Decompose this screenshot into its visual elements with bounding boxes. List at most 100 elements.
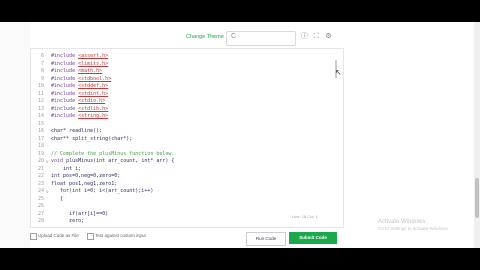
line-number: 24 [37,188,44,194]
code-token: <stdbool.h> [78,75,112,82]
code-token: #include [51,105,79,112]
line-number: 19 [37,150,44,157]
line-number: 10 [37,83,44,89]
info-icon[interactable]: ⓘ [301,33,308,40]
code-line: 14 #include <string.h> [31,113,343,121]
activate-windows-watermark: Activate Windows Go to Settings to activ… [378,219,449,231]
code-token: <string.h> [78,113,109,119]
code-token: int pos=0,neg=0,zero=0; [51,173,121,179]
code-token: #include [51,75,79,82]
code-token: <limits.h> [78,60,109,67]
code-token: <assert.h> [78,53,109,59]
line-number: 23 [37,180,44,187]
change-theme-link[interactable]: Change Theme [186,34,224,40]
code-text: zero; [51,218,84,226]
left-margin [0,22,30,248]
code-token: #include [51,83,79,89]
code-text: for(int i=0; i<(arr_count);i++) [51,188,153,196]
code-line: 17 char** split_string(char*); [31,136,343,144]
code-line: 26 [31,203,343,211]
line-number: 7 [40,60,44,67]
code-line: 13 #include <stdlib.h> [31,106,343,114]
code-line: 7 #include <limits.h> [31,61,343,69]
fold-toggle-icon[interactable]: v [46,158,48,166]
code-text: void plusMinus(int arr_count, int* arr) … [51,158,174,166]
code-token: #include [51,68,79,74]
run-code-button[interactable]: Run Code [246,232,286,246]
code-token: float pos1,neg1,zero1; [51,180,118,187]
code-line: 21 int i; [31,166,343,174]
code-token: zero; [51,218,85,224]
code-text: int i; [51,166,81,174]
code-token: #include [51,90,79,97]
line-number: 20 [37,158,44,164]
code-text: if(arr[i]==0) [51,211,108,219]
video-bottom-bar [0,248,480,270]
code-token: plusMinus(int arr_count, int* arr) { [66,158,175,164]
code-token: <stddef.h> [78,83,109,89]
code-line: 12 #include <stdio.h> [31,98,343,106]
code-token: #include [51,113,79,119]
code-line: 15 [31,121,343,129]
watermark-title: Activate Windows [378,219,426,225]
code-token: char** split_string(char*); [51,135,133,142]
line-number: 12 [37,98,44,104]
line-number: 22 [37,173,44,179]
code-token: #include [51,53,79,59]
cursor-position-status: Line: 18 Col: 1 [292,214,318,219]
video-top-bar [0,0,480,22]
code-line: 6 #include <assert.h> [31,53,343,61]
code-text: #include <stdint.h> [51,91,108,99]
code-line: 25 { [31,196,343,204]
code-line: 16 char* readline(); [31,128,343,136]
code-token: #include [51,98,79,104]
expand-icon[interactable]: ⛶ [313,33,320,40]
code-token: { [51,195,64,202]
submit-code-button[interactable]: Submit Code [289,232,337,244]
code-token: char* readline(); [51,128,103,134]
code-editor[interactable]: 6 #include <assert.h> 7 #include <limits.h>… [30,48,344,228]
code-line: 23 float pos1,neg1,zero1; [31,181,343,189]
code-line: 10 #include <stddef.h> [31,83,343,91]
code-line: 20 v void plusMinus(int arr_count, int* ar… [31,158,343,166]
watermark-subtitle: Go to Settings to activate Windows. [378,226,450,231]
custom-input-checkbox[interactable] [87,233,94,240]
code-text: // Complete the plusMinus function below… [51,151,174,159]
code-line: 11 #include <stdint.h> [31,91,343,99]
line-number: 26 [37,203,44,209]
code-line: 28 zero; [31,218,343,226]
code-line: 9 #include <stdbool.h> [31,76,343,84]
language-select[interactable]: C [226,31,296,46]
line-number: 16 [37,128,44,134]
code-token: if(arr[i]==0) [51,210,109,217]
line-number: 21 [37,165,44,172]
code-token: <math.h> [78,68,103,74]
settings-icon[interactable]: ⚙ [325,33,332,40]
line-number: 15 [37,120,44,127]
code-text: #include <stdbool.h> [51,76,111,84]
code-text: { [51,196,63,204]
code-line: 18 [31,143,343,151]
line-number: 6 [40,53,44,59]
upload-file-checkbox[interactable] [30,233,37,240]
code-text: #include <stdlib.h> [51,106,108,114]
line-number: 9 [40,75,44,82]
code-token: void [51,158,67,164]
code-line: 24 v for(int i=0; i<(arr_count);i++) [31,188,343,196]
code-token: <stdio.h> [78,98,106,104]
mouse-pointer-icon: ↖ [335,68,342,77]
code-line: 22 int pos=0,neg=0,zero=0; [31,173,343,181]
code-text: char* readline(); [51,128,102,136]
code-token: #include [51,60,79,67]
code-token: <stdlib.h> [78,105,109,112]
code-token: // Complete the plusMinus function below… [51,150,175,157]
code-token: for(int i=0; i<(arr_count);i++) [51,188,154,194]
code-text: float pos1,neg1,zero1; [51,181,117,189]
custom-input-label: Test against custom input [95,233,146,238]
fold-toggle-icon[interactable]: v [46,188,48,196]
code-text: int pos=0,neg=0,zero=0; [51,173,120,181]
line-number: 18 [37,143,44,149]
page-scrollbar-thumb[interactable] [475,178,479,218]
code-line: 19 // Complete the plusMinus function bel… [31,151,343,159]
line-number: 25 [37,195,44,202]
